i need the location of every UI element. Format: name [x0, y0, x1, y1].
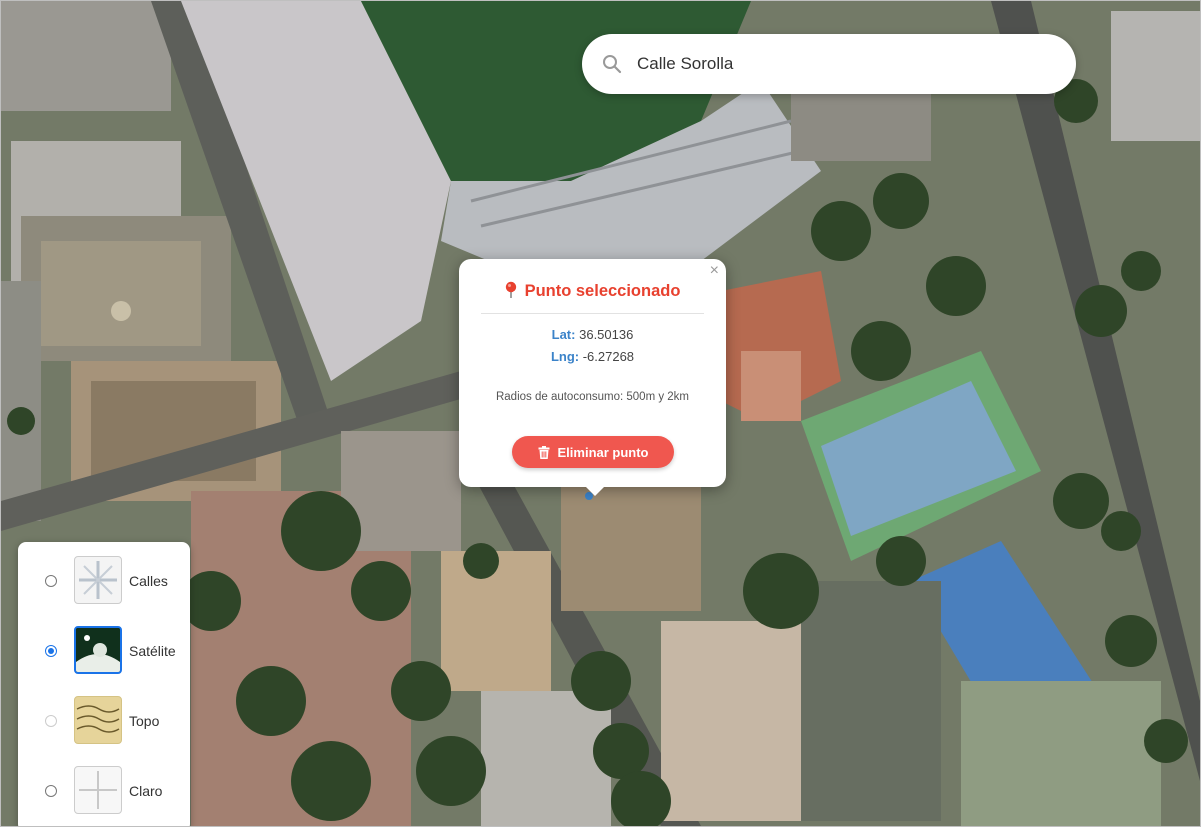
map-view[interactable]: × Punto seleccionado Lat: 36.50136 Lng: … — [0, 0, 1201, 827]
search-bar[interactable] — [582, 34, 1076, 94]
layer-option-satelite[interactable]: Satélite — [18, 626, 190, 678]
delete-point-label: Eliminar punto — [557, 444, 649, 460]
layer-radio-topo[interactable] — [45, 715, 57, 727]
layer-radio-satelite[interactable] — [45, 645, 57, 657]
latitude-value: 36.50136 — [579, 327, 634, 342]
autoconsumo-note: Radios de autoconsumo: 500m y 2km — [495, 391, 690, 403]
layer-option-claro[interactable]: Claro — [18, 766, 190, 818]
layer-label-claro: Claro — [129, 783, 163, 799]
search-input[interactable] — [635, 53, 1039, 75]
popup-title-text: Punto seleccionado — [524, 282, 681, 300]
popup-divider — [481, 313, 704, 314]
layer-label-topo: Topo — [129, 713, 160, 729]
longitude-value: -6.27268 — [582, 349, 635, 364]
longitude-row: Lng: -6.27268 — [459, 349, 726, 364]
layer-radio-claro[interactable] — [45, 785, 57, 797]
popup-title: Punto seleccionado — [459, 281, 726, 301]
layer-switcher: Calles Satélite Topo Claro — [18, 542, 190, 826]
layer-option-calles[interactable]: Calles — [18, 556, 190, 608]
topo-thumbnail-icon[interactable] — [74, 696, 122, 744]
close-icon[interactable]: × — [710, 263, 719, 279]
layer-label-satelite: Satélite — [129, 643, 176, 659]
popup-tip — [585, 486, 605, 496]
layer-radio-calles[interactable] — [45, 575, 57, 587]
latitude-row: Lat: 36.50136 — [459, 327, 726, 342]
pin-icon — [505, 281, 516, 298]
latitude-label: Lat: — [551, 327, 576, 342]
layer-option-topo[interactable]: Topo — [18, 696, 190, 748]
streets-thumbnail-icon[interactable] — [74, 556, 122, 604]
selected-point-popup: × Punto seleccionado Lat: 36.50136 Lng: … — [459, 259, 726, 496]
layer-label-calles: Calles — [129, 573, 168, 589]
search-icon — [603, 55, 622, 74]
trash-icon — [538, 445, 549, 459]
longitude-label: Lng: — [550, 349, 580, 364]
satellite-thumbnail-icon[interactable] — [74, 626, 122, 674]
light-thumbnail-icon[interactable] — [74, 766, 122, 814]
delete-point-button[interactable]: Eliminar punto — [512, 436, 674, 468]
